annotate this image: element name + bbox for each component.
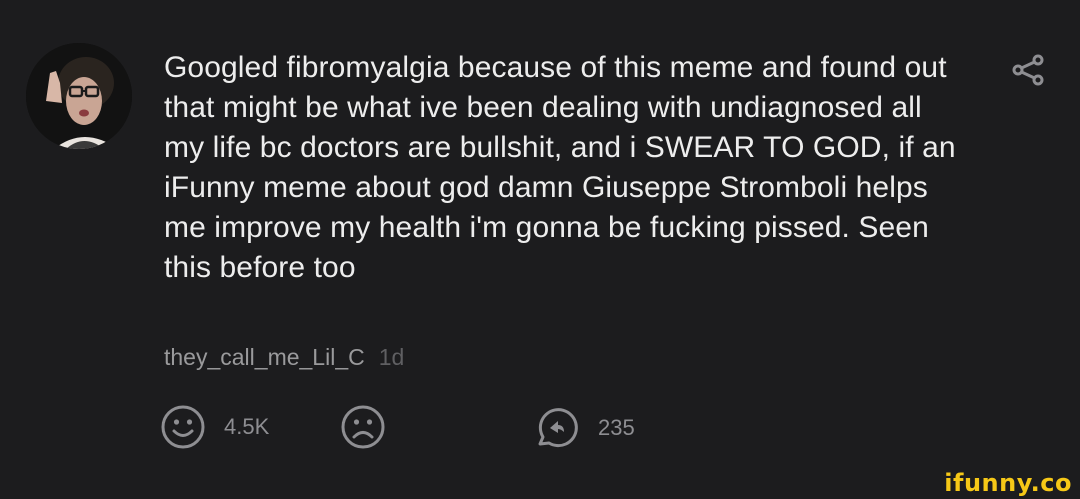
- like-count: 4.5K: [224, 414, 270, 439]
- ifunny-watermark: ifunny.co: [944, 469, 1072, 497]
- username[interactable]: they_call_me_Lil_C: [164, 344, 365, 370]
- timestamp: 1d: [378, 344, 405, 370]
- avatar-image: [26, 43, 132, 149]
- dislike-button[interactable]: [340, 404, 386, 450]
- share-button[interactable]: [1010, 54, 1046, 86]
- comment-meta: they_call_me_Lil_C 1d: [164, 342, 404, 372]
- like-button[interactable]: 4.5K: [160, 404, 269, 450]
- share-icon: [1012, 54, 1044, 86]
- comment-card: Googled fibromyalgia because of this mem…: [0, 0, 1080, 499]
- reply-count: 235: [598, 415, 635, 440]
- reply-icon: [538, 408, 578, 448]
- smile-icon: [161, 405, 205, 449]
- avatar[interactable]: [26, 43, 132, 149]
- comment-text: Googled fibromyalgia because of this mem…: [164, 51, 956, 284]
- reply-button[interactable]: 235: [532, 404, 635, 452]
- frown-icon: [341, 405, 385, 449]
